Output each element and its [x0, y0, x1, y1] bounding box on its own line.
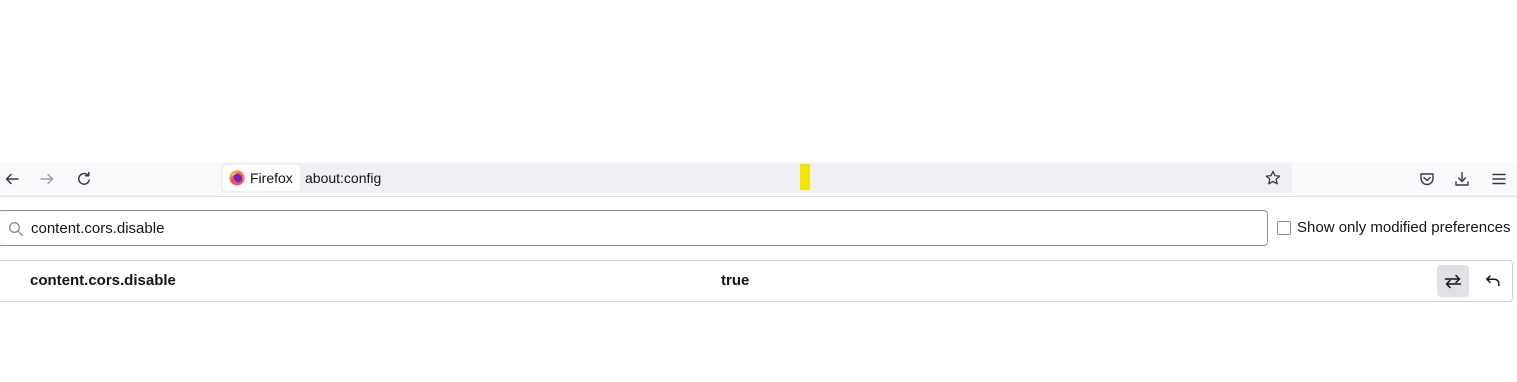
preference-name: content.cors.disable	[30, 272, 176, 289]
toggle-icon	[1444, 273, 1462, 289]
url-text[interactable]: about:config	[305, 163, 381, 193]
pocket-icon	[1419, 171, 1435, 187]
forward-button[interactable]	[33, 165, 61, 193]
show-modified-toggle[interactable]: Show only modified preferences	[1277, 219, 1510, 236]
identity-box[interactable]: Firefox	[223, 165, 300, 191]
hamburger-menu-icon	[1491, 171, 1507, 187]
reload-button[interactable]	[70, 165, 98, 193]
show-modified-label: Show only modified preferences	[1297, 219, 1511, 236]
highlight-marker	[800, 164, 810, 190]
reset-preference-button[interactable]	[1477, 265, 1509, 297]
back-arrow-icon	[4, 171, 20, 187]
identity-label: Firefox	[250, 170, 293, 186]
forward-arrow-icon	[39, 171, 55, 187]
preference-search-input[interactable]	[31, 212, 1231, 244]
preference-search-box[interactable]	[0, 210, 1268, 246]
firefox-logo-icon	[229, 170, 245, 186]
page-top-blank-area	[0, 0, 1517, 162]
reload-icon	[76, 171, 92, 187]
star-icon	[1265, 170, 1281, 186]
app-menu-button[interactable]	[1485, 165, 1513, 193]
reset-icon	[1485, 273, 1501, 289]
download-icon	[1454, 171, 1470, 187]
show-modified-checkbox[interactable]	[1277, 220, 1291, 235]
downloads-button[interactable]	[1448, 165, 1476, 193]
preference-value[interactable]: true	[721, 261, 749, 301]
preferences-table: content.cors.disable true	[0, 260, 1513, 302]
bookmark-button[interactable]	[1260, 165, 1286, 191]
back-button[interactable]	[0, 165, 26, 193]
url-bar[interactable]: Firefox about:config	[221, 163, 1292, 193]
toggle-preference-button[interactable]	[1437, 265, 1469, 297]
search-icon	[8, 221, 24, 237]
pocket-button[interactable]	[1413, 165, 1441, 193]
navigation-toolbar: Firefox about:config	[0, 162, 1517, 197]
